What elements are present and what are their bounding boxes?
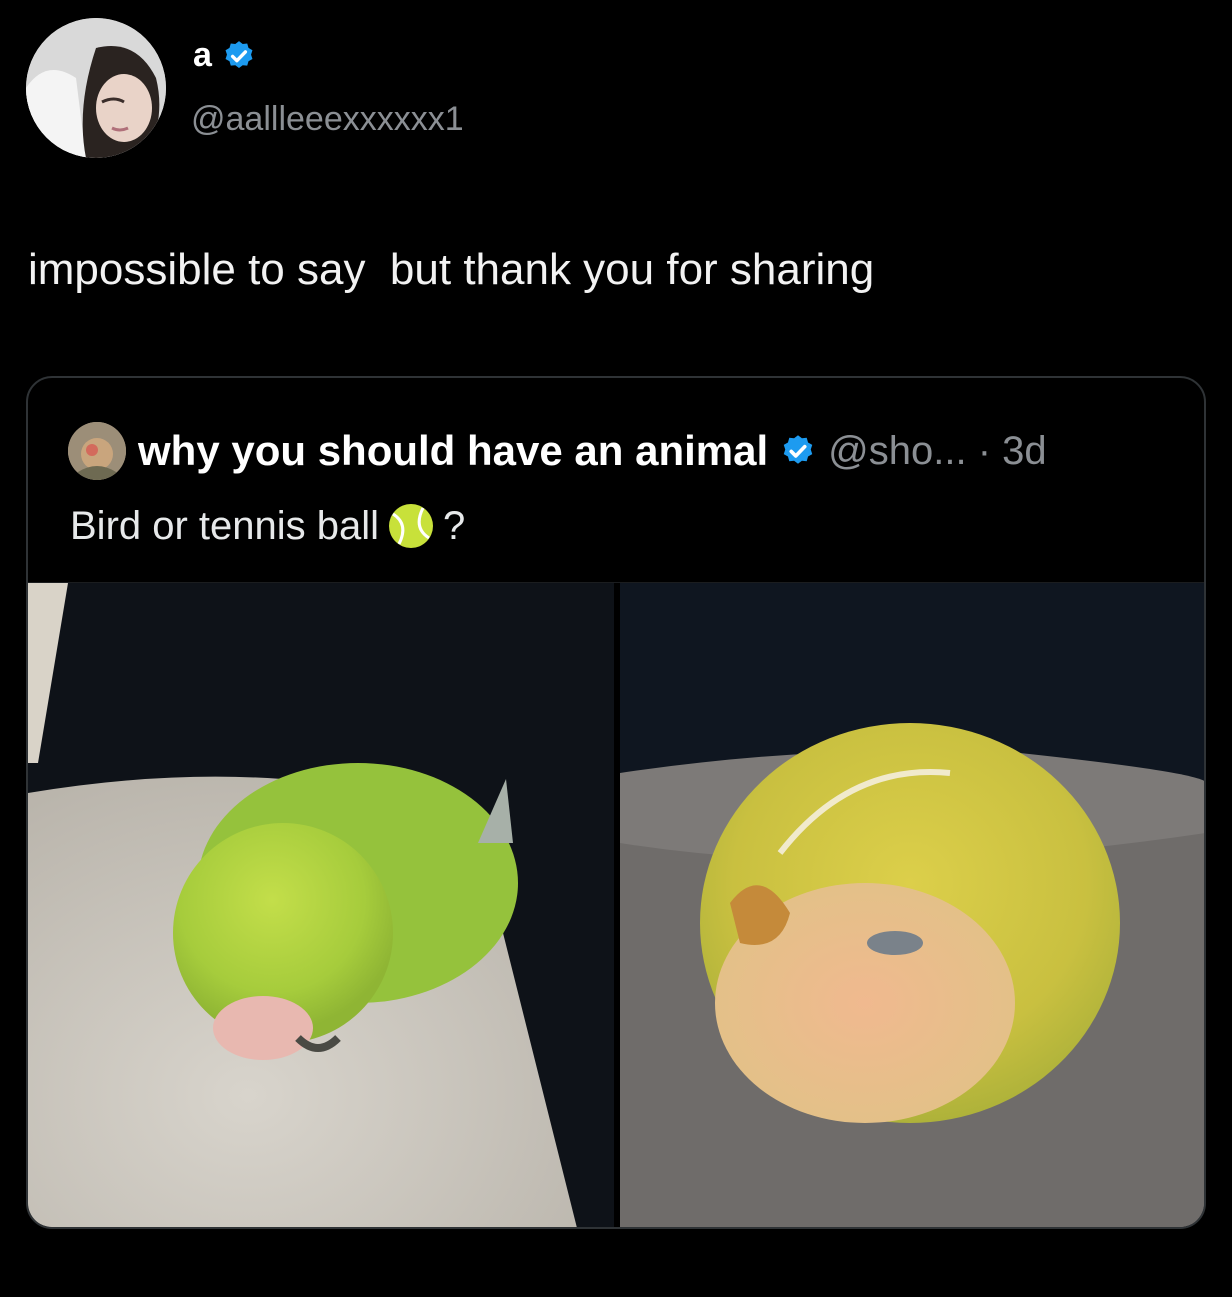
verified-badge-icon: [225, 40, 253, 68]
quoted-tweet-card[interactable]: why you should have an animal @sho... · …: [26, 376, 1206, 1229]
tweet-text: impossible to say but thank you for shar…: [28, 245, 875, 294]
quoted-author-handle-time[interactable]: @sho... · 3d: [828, 429, 1046, 474]
quoted-tweet-header: why you should have an animal @sho... · …: [68, 422, 1047, 480]
tennis-ball-icon: [389, 504, 434, 548]
author-handle[interactable]: @aallleeexxxxxx1: [191, 100, 464, 139]
author-display-name-row[interactable]: a: [193, 36, 256, 75]
verified-badge-icon: [783, 435, 813, 464]
bird-photo-left[interactable]: [28, 583, 614, 1227]
quoted-text-question-mark: ?: [443, 503, 466, 548]
quoted-tweet-text: Bird or tennis ball ?: [70, 502, 465, 550]
quoted-avatar-image: [68, 422, 126, 480]
author-avatar[interactable]: [26, 18, 166, 158]
author-display-name[interactable]: a: [193, 36, 212, 75]
bird-photo-right[interactable]: [620, 583, 1204, 1227]
quoted-text-main: Bird or tennis ball: [70, 503, 380, 548]
avatar-image: [26, 18, 166, 158]
quoted-author-avatar[interactable]: [68, 422, 126, 480]
bird-image-right: [620, 583, 1204, 1227]
bird-image-left: [28, 583, 614, 1227]
quoted-author-name[interactable]: why you should have an animal: [138, 427, 768, 475]
quoted-tweet-media: [28, 582, 1204, 1227]
